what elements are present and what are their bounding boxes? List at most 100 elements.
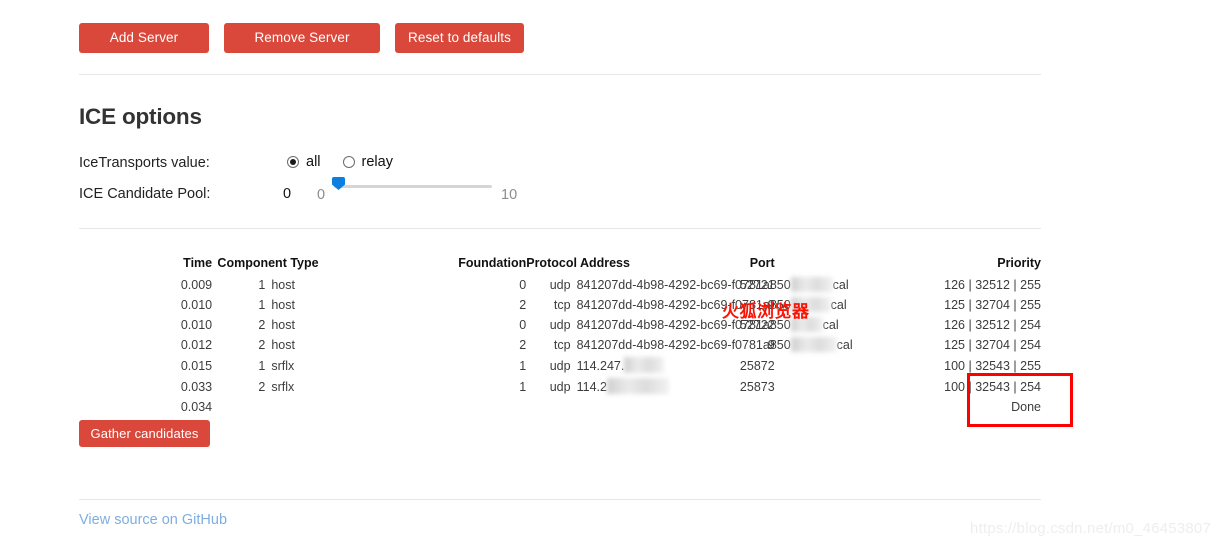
redaction-blur	[790, 337, 837, 352]
reset-to-defaults-button[interactable]: Reset to defaults	[395, 23, 524, 53]
divider-middle	[79, 228, 1041, 229]
cell-component: 1	[258, 278, 266, 292]
cell-priority: 100 | 32543 | 254	[944, 379, 1041, 394]
status-badge-done: Done	[1011, 400, 1041, 414]
cell-protocol: udp	[549, 318, 571, 332]
cell-type: host	[271, 278, 295, 292]
address-prefix: 841207dd-4b98-4292-bc69-f0781a850	[576, 338, 791, 352]
candidates-table: Time Component Type Foundation Protocol …	[79, 256, 1041, 417]
cell-foundation: 0	[519, 278, 527, 292]
header-port: Port	[749, 256, 775, 270]
table-row: 0.009 1 host 0 udp 841207dd-4b98-4292-bc…	[79, 275, 1041, 295]
divider-bottom	[79, 499, 1041, 500]
view-source-on-github-link[interactable]: View source on GitHub	[79, 512, 227, 528]
cell-type-empty	[265, 397, 318, 417]
ice-options-heading: ICE options	[79, 104, 202, 129]
cell-foundation-empty	[319, 397, 527, 417]
cell-type: srflx	[271, 358, 295, 373]
cell-time: 0.015	[180, 358, 213, 373]
address-prefix: 841207dd-4b98-4292-bc69-f0781a850	[576, 278, 791, 292]
header-priority: Priority	[997, 256, 1041, 270]
cell-address: 841207dd-4b98-4292-bc69-f0781a850 cal	[571, 275, 849, 295]
add-server-button[interactable]: Add Server	[79, 23, 209, 53]
redaction-blur	[790, 277, 833, 292]
radio-option-all[interactable]: all	[287, 154, 321, 170]
header-time: Time	[183, 256, 213, 270]
cell-foundation: 1	[519, 379, 527, 394]
address-suffix: cal	[830, 298, 847, 312]
candidates-table-head: Time Component Type Foundation Protocol …	[79, 256, 1041, 275]
address-suffix: cal	[836, 338, 853, 352]
radio-all-label: all	[306, 154, 321, 170]
cell-priority: 100 | 32543 | 255	[944, 358, 1041, 373]
radio-relay-label: relay	[361, 154, 393, 170]
trickle-ice-page: Add Server Remove Server Reset to defaul…	[0, 0, 1218, 546]
radio-option-relay[interactable]: relay	[342, 154, 393, 170]
candidates-table-body: 0.009 1 host 0 udp 841207dd-4b98-4292-bc…	[79, 275, 1041, 417]
cell-foundation: 1	[519, 358, 527, 373]
cell-foundation: 2	[519, 338, 527, 352]
cell-type: srflx	[271, 379, 295, 394]
cell-protocol: udp	[549, 358, 571, 373]
cell-protocol: tcp	[553, 298, 571, 312]
radio-all-indicator[interactable]	[287, 156, 299, 168]
cell-component: 2	[258, 318, 266, 332]
cell-time: 0.010	[180, 318, 213, 332]
gather-candidates-button[interactable]: Gather candidates	[79, 420, 210, 447]
address-suffix: cal	[822, 318, 839, 332]
slider-track	[334, 185, 492, 188]
cell-protocol: tcp	[553, 338, 571, 352]
slider-max-label: 10	[501, 187, 518, 203]
cell-address: 841207dd-4b98-4292-bc69-f0781a850 cal	[571, 315, 839, 335]
address-prefix: 114.2	[576, 380, 607, 394]
cell-time: 0.033	[180, 379, 213, 394]
cell-type: host	[271, 298, 295, 312]
cell-time: 0.010	[180, 298, 213, 312]
table-row: 0.010 1 host 2 tcp 841207dd-4b98-4292-bc…	[79, 295, 1041, 315]
redaction-blur	[624, 357, 665, 373]
ice-candidate-pool-slider[interactable]	[332, 172, 492, 202]
cell-component: 1	[258, 358, 266, 373]
cell-protocol: udp	[549, 278, 571, 292]
table-header-row: Time Component Type Foundation Protocol …	[79, 256, 1041, 275]
header-protocol-address: Protocol Address	[526, 256, 630, 270]
address-prefix: 114.247.	[576, 359, 625, 373]
slider-min-label: 0	[317, 187, 326, 203]
cell-type: host	[271, 318, 295, 332]
table-row-final: 0.034 Done	[79, 397, 1041, 417]
divider-top	[79, 74, 1041, 75]
cell-foundation: 2	[519, 298, 527, 312]
ice-candidate-pool-label: ICE Candidate Pool:	[79, 186, 211, 202]
cell-protocol: udp	[549, 379, 571, 394]
slider-thumb[interactable]	[332, 177, 345, 190]
table-row: 0.012 2 host 2 tcp 841207dd-4b98-4292-bc…	[79, 335, 1041, 355]
remove-server-button[interactable]: Remove Server	[224, 23, 380, 53]
cell-address: 841207dd-4b98-4292-bc69-f0781a850 cal	[571, 335, 853, 355]
redaction-blur	[606, 378, 669, 394]
cell-component: 2	[258, 338, 266, 352]
cell-address: 114.247.	[571, 355, 665, 376]
cell-address: 841207dd-4b98-4292-bc69-f0781a850 cal	[571, 295, 847, 315]
cell-component: 2	[258, 379, 266, 394]
cell-type: host	[271, 338, 295, 352]
ice-transports-label: IceTransports value:	[79, 155, 210, 171]
radio-relay-indicator[interactable]	[342, 156, 355, 168]
cell-port-empty	[615, 397, 775, 417]
cell-component-empty	[212, 397, 265, 417]
cell-time: 0.012	[180, 338, 213, 352]
cell-address-empty	[571, 397, 615, 417]
table-row: 0.015 1 srflx 1 udp 114.247. 25872 100 |…	[79, 355, 1041, 376]
ice-transports-radio-group: all relay	[287, 154, 393, 170]
annotation-browser-note: 火狐浏览器	[722, 302, 810, 322]
watermark-text: https://blog.csdn.net/m0_46453807	[970, 520, 1211, 537]
cell-protocol-empty	[526, 397, 570, 417]
server-buttons-toolbar: Add Server Remove Server Reset to defaul…	[79, 23, 524, 53]
cell-component: 1	[258, 298, 266, 312]
address-suffix: cal	[832, 278, 849, 292]
ice-candidate-pool-value: 0	[283, 186, 292, 202]
header-component-type: Component Type	[217, 256, 319, 270]
cell-time: 0.009	[180, 278, 213, 292]
cell-address: 114.2	[571, 376, 669, 397]
cell-time-final: 0.034	[180, 400, 213, 414]
cell-foundation: 0	[519, 318, 527, 332]
